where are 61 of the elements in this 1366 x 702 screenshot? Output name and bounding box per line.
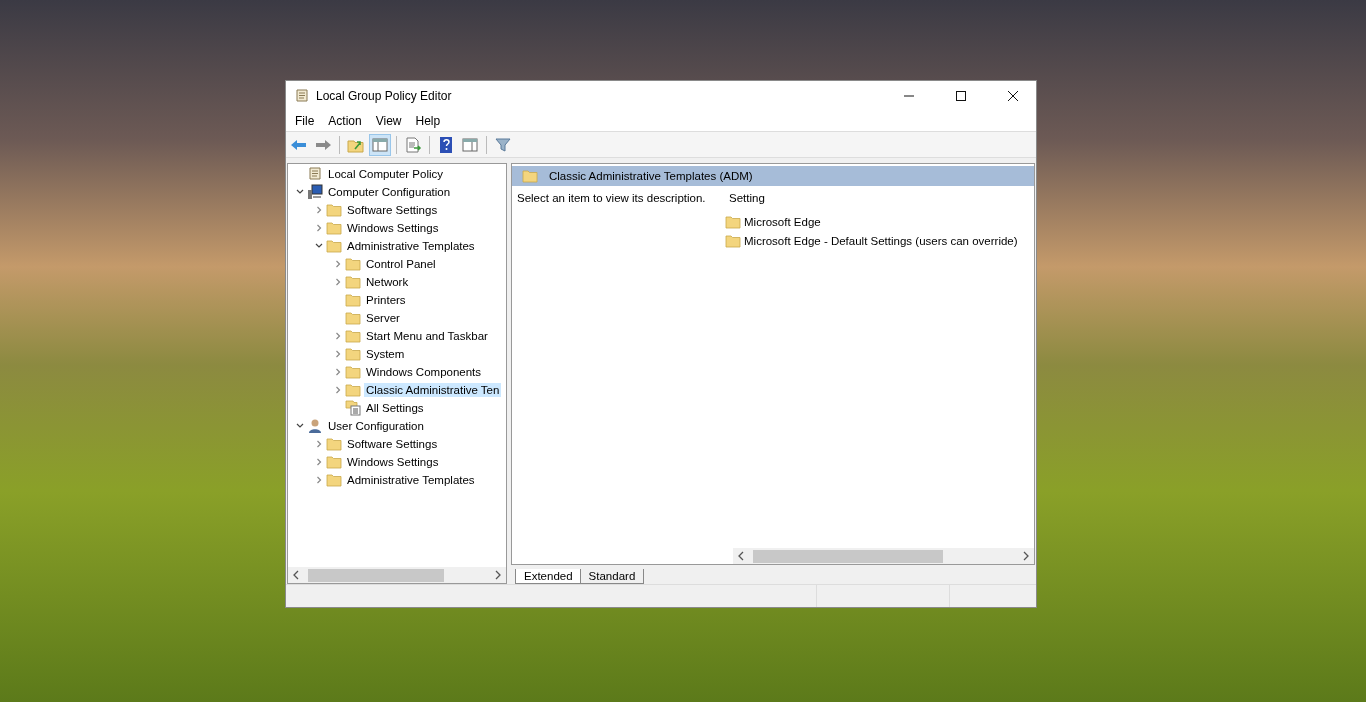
folder-icon [345,365,361,379]
pane-title: Classic Administrative Templates (ADM) [549,170,753,182]
menu-item[interactable]: File [288,114,322,128]
tree-item[interactable]: Control Panel [364,257,438,271]
tree-item[interactable]: Software Settings [345,203,440,217]
horizontal-scrollbar[interactable] [288,567,506,583]
folder-icon [345,329,361,343]
tree-item[interactable]: Start Menu and Taskbar [364,329,490,343]
menu-item[interactable]: Help [408,114,448,128]
tree-item[interactable]: Windows Components [364,365,484,379]
scroll-right-icon[interactable] [494,570,502,580]
tree-item[interactable]: Administrative Templates [345,239,477,253]
tree-item[interactable]: All Settings [364,401,426,415]
tree-item[interactable]: Local Computer Policy [326,167,446,181]
folder-icon [725,233,741,248]
tree-item[interactable]: Server [364,311,402,325]
tab[interactable]: Standard [579,569,645,584]
folder-icon [326,221,342,235]
tree-item[interactable]: Windows Settings [345,455,441,469]
folder-icon [326,455,342,469]
folder-icon [345,293,361,307]
folder-icon [326,203,342,217]
folder-icon [345,347,361,361]
maximize-icon[interactable] [955,90,967,102]
tree-item[interactable]: System [364,347,407,361]
folder-icon [326,437,342,451]
window-title: Local Group Policy Editor [316,89,452,103]
folder-icon [326,473,342,487]
tree-item[interactable]: Printers [364,293,408,307]
tree-item[interactable]: Software Settings [345,437,440,451]
list-item[interactable]: Microsoft Edge - Default Settings (users can override) [744,234,1018,247]
tree-item[interactable]: Network [364,275,411,289]
folder-icon [345,311,361,325]
scroll-left-icon[interactable] [737,551,745,561]
column-header[interactable]: Setting [725,192,1034,212]
folder-icon [345,383,361,397]
settings-list-icon [345,400,361,416]
horizontal-scrollbar[interactable] [733,548,1034,564]
scroll-left-icon[interactable] [292,570,300,580]
computer-icon [307,184,323,200]
close-icon[interactable] [1007,90,1019,102]
tree-item[interactable]: Computer Configuration [326,185,453,199]
tab[interactable]: Extended [515,569,582,584]
folder-icon [345,257,361,271]
pane-toggle-icon[interactable] [369,133,391,156]
folder-icon [326,239,342,253]
scroll-right-icon[interactable] [1022,551,1030,561]
user-icon [307,418,323,434]
tree-item[interactable]: Windows Settings [345,221,441,235]
menu-item[interactable]: View [368,114,409,128]
scroll-icon [294,88,310,104]
tree-item[interactable]: Administrative Templates [345,473,477,487]
description-text: Select an item to view its description. [516,191,707,206]
tree-item[interactable]: Classic Administrative Ten [364,383,502,397]
folder-icon [345,275,361,289]
tree-item[interactable]: User Configuration [326,419,426,433]
list-item[interactable]: Microsoft Edge [744,215,821,228]
menu-item[interactable]: Action [321,114,369,128]
folder-icon [522,169,538,183]
scroll-icon [307,166,323,182]
folder-icon [725,214,741,229]
